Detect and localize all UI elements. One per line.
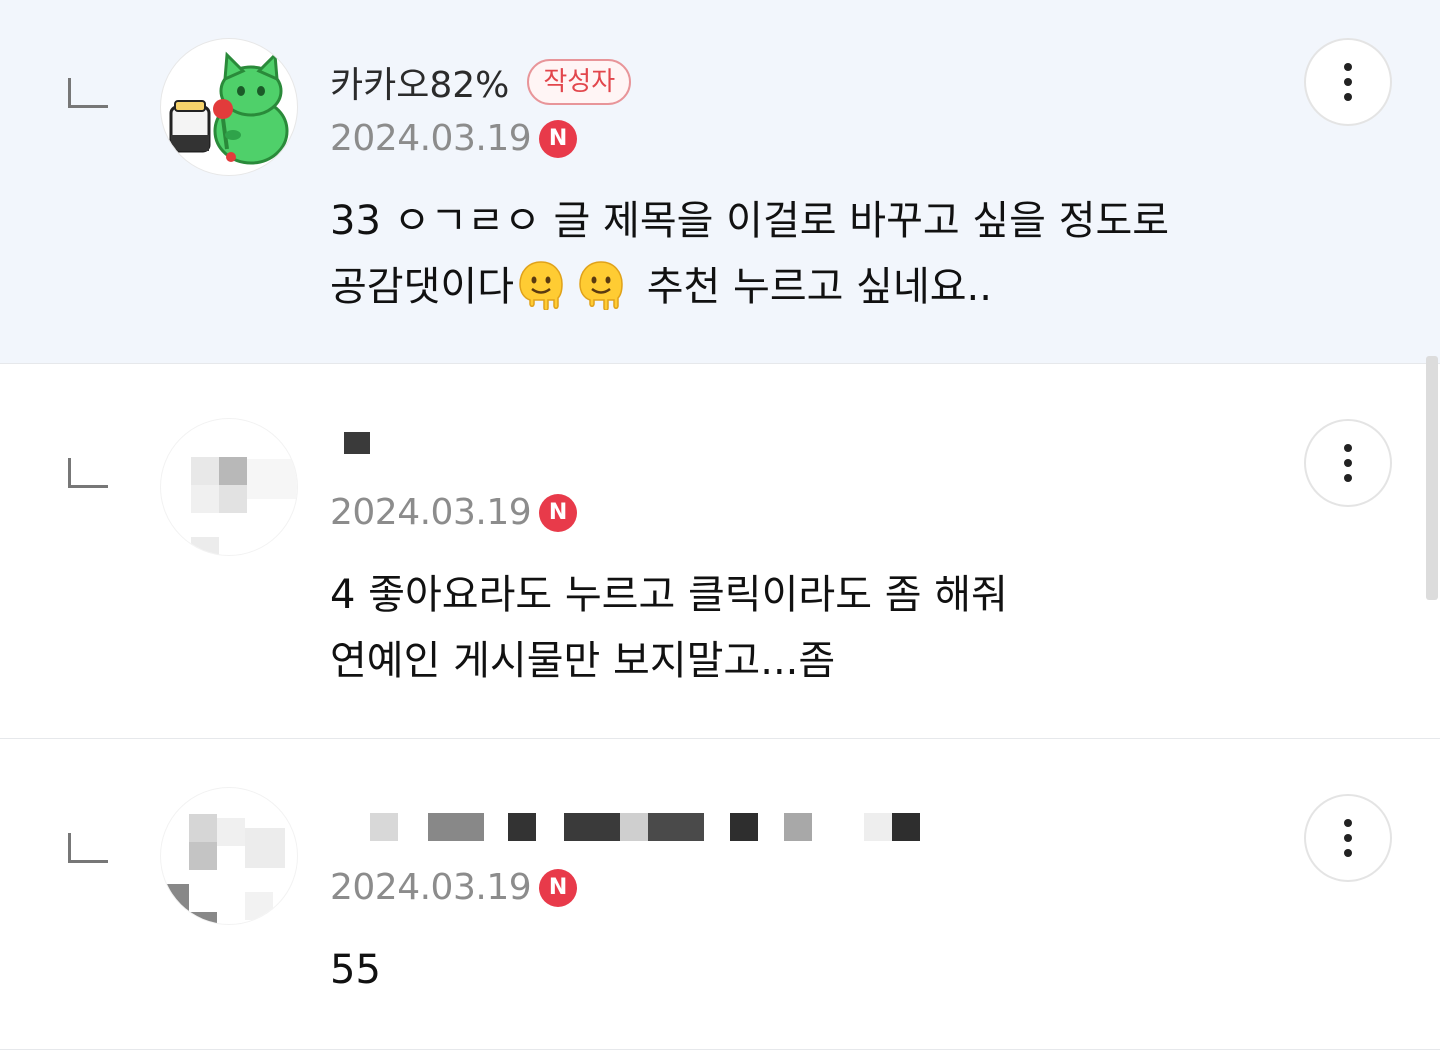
blurred-name-block xyxy=(348,813,928,841)
new-badge: N xyxy=(539,119,578,158)
date-row: 2024.03.19 N xyxy=(330,118,578,159)
more-vertical-icon xyxy=(1344,444,1352,452)
more-vertical-icon xyxy=(1344,474,1352,482)
more-vertical-icon xyxy=(1344,93,1352,101)
comment-text-line: 연예인 게시물만 보지말고...좀 xyxy=(330,638,836,684)
more-options-button[interactable] xyxy=(1304,419,1392,507)
new-badge: N xyxy=(539,868,578,907)
author-badge: 작성자 xyxy=(527,59,632,105)
reply-arrow-icon xyxy=(68,833,108,863)
comment-date: 2024.03.19 xyxy=(330,867,532,908)
reply-arrow-icon xyxy=(68,78,108,108)
more-vertical-icon xyxy=(1344,849,1352,857)
more-options-button[interactable] xyxy=(1304,794,1392,882)
more-vertical-icon xyxy=(1344,834,1352,842)
more-vertical-icon xyxy=(1344,459,1352,467)
melting-face-emoji-icon xyxy=(579,261,623,310)
blurred-name-block xyxy=(344,432,370,454)
comment-text-line: 4 좋아요라도 누르고 클릭이라도 좀 해줘 xyxy=(330,572,1008,618)
author-row: 카카오82% 작성자 xyxy=(330,56,632,108)
comment-item: 2024.03.19 N 55 xyxy=(0,739,1440,1050)
avatar[interactable] xyxy=(160,787,298,925)
avatar[interactable] xyxy=(160,418,298,556)
comment-text-segment: 공감댓이다 xyxy=(330,264,514,310)
avatar[interactable] xyxy=(160,38,298,176)
date-row: 2024.03.19 N xyxy=(330,867,578,908)
author-name[interactable]: 카카오82% xyxy=(330,56,509,108)
reply-arrow-icon xyxy=(68,458,108,488)
scrollbar[interactable] xyxy=(1426,356,1438,600)
more-vertical-icon xyxy=(1344,78,1352,86)
more-vertical-icon xyxy=(1344,819,1352,827)
new-badge: N xyxy=(539,493,578,532)
date-row: 2024.03.19 N xyxy=(330,492,578,533)
melting-face-emoji-icon xyxy=(519,261,563,310)
more-vertical-icon xyxy=(1344,63,1352,71)
comment-date: 2024.03.19 xyxy=(330,118,532,159)
comment-item: 카카오82% 작성자 2024.03.19 N 33 ㅇㄱㄹㅇ 글 제목을 이걸… xyxy=(0,0,1440,364)
comment-text: 33 ㅇㄱㄹㅇ 글 제목을 이걸로 바꾸고 싶을 정도로 공감댓이다 추천 누르… xyxy=(330,188,1169,320)
author-row xyxy=(330,813,928,841)
comment-text-line: 55 xyxy=(330,947,381,993)
comment-text-line: 공감댓이다 추천 누르고 싶네요.. xyxy=(330,254,1169,320)
comment-date: 2024.03.19 xyxy=(330,492,532,533)
comment-text: 4 좋아요라도 누르고 클릭이라도 좀 해줘 연예인 게시물만 보지말고...좀 xyxy=(330,562,1008,694)
comment-text-line: 33 ㅇㄱㄹㅇ 글 제목을 이걸로 바꾸고 싶을 정도로 xyxy=(330,198,1170,244)
comment-text: 55 xyxy=(330,937,381,1003)
comment-text-segment: 추천 누르고 싶네요.. xyxy=(646,264,992,310)
green-cat-avatar-icon xyxy=(169,51,289,165)
more-options-button[interactable] xyxy=(1304,38,1392,126)
author-row xyxy=(330,432,370,454)
comment-item: 2024.03.19 N 4 좋아요라도 누르고 클릭이라도 좀 해줘 연예인 … xyxy=(0,364,1440,739)
